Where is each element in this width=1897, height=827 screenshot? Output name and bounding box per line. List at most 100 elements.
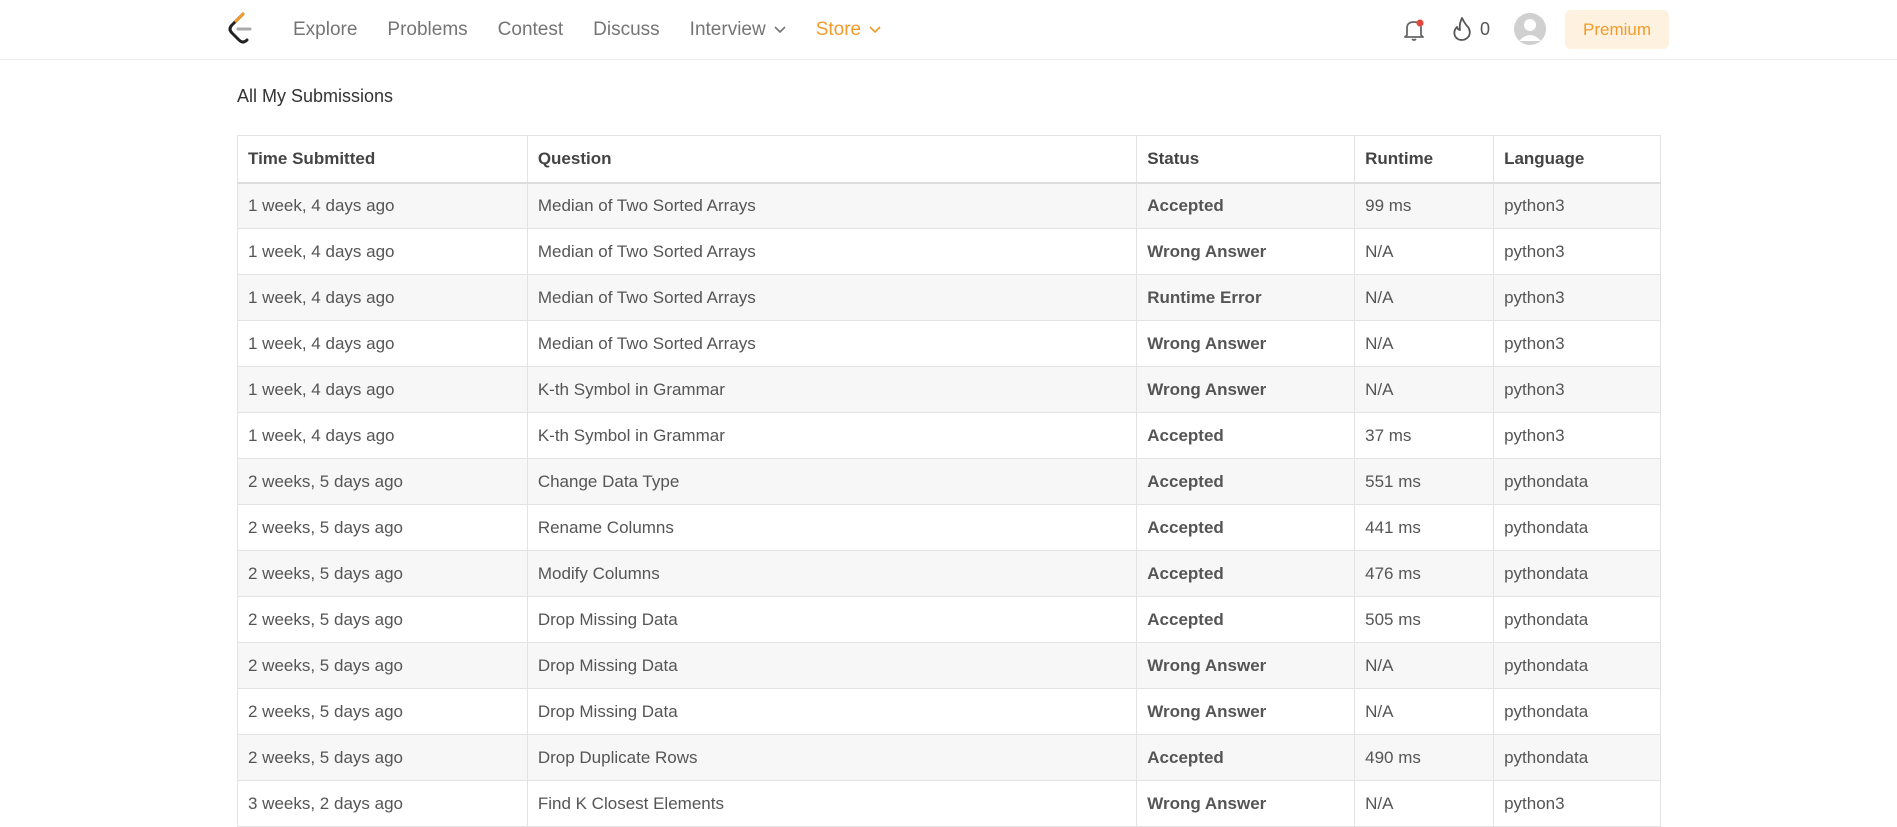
cell-runtime: 441 ms xyxy=(1354,504,1495,551)
cell-time-submitted: 2 weeks, 5 days ago xyxy=(237,550,528,597)
table-row: 2 weeks, 5 days ago Drop Missing Data Wron… xyxy=(237,688,1661,735)
cell-runtime: 37 ms xyxy=(1354,412,1495,459)
cell-language: pythondata xyxy=(1493,688,1661,735)
nav-discuss[interactable]: Discuss xyxy=(593,19,660,41)
cell-question[interactable]: Drop Missing Data xyxy=(526,596,1138,643)
cell-language: python3 xyxy=(1493,366,1661,413)
cell-status[interactable]: Accepted xyxy=(1136,550,1356,597)
cell-status[interactable]: Accepted xyxy=(1136,596,1356,643)
cell-runtime: N/A xyxy=(1354,688,1495,735)
cell-status[interactable]: Accepted xyxy=(1136,182,1356,229)
cell-language: python3 xyxy=(1493,780,1661,827)
logo-icon[interactable] xyxy=(226,12,256,46)
cell-language: pythondata xyxy=(1493,596,1661,643)
avatar-icon[interactable] xyxy=(1514,13,1546,45)
cell-time-submitted: 2 weeks, 5 days ago xyxy=(237,458,528,505)
nav-interview-label: Interview xyxy=(689,19,766,40)
table-row: 2 weeks, 5 days ago Drop Missing Data Wron… xyxy=(237,642,1661,689)
cell-question[interactable]: Median of Two Sorted Arrays xyxy=(526,182,1138,229)
nav-interview[interactable]: Interview xyxy=(690,19,786,41)
table-row: 1 week, 4 days ago Median of Two Sorted A… xyxy=(237,320,1661,367)
cell-status[interactable]: Accepted xyxy=(1136,458,1356,505)
fire-icon[interactable] xyxy=(1452,16,1472,42)
cell-status[interactable]: Wrong Answer xyxy=(1136,228,1356,275)
cell-runtime: N/A xyxy=(1354,228,1495,275)
cell-status[interactable]: Accepted xyxy=(1136,504,1356,551)
cell-time-submitted: 1 week, 4 days ago xyxy=(237,412,528,459)
cell-time-submitted: 1 week, 4 days ago xyxy=(237,274,528,321)
cell-language: python3 xyxy=(1493,412,1661,459)
chevron-down-icon xyxy=(869,26,881,34)
cell-question[interactable]: K-th Symbol in Grammar xyxy=(526,366,1138,413)
table-row: 1 week, 4 days ago Median of Two Sorted A… xyxy=(237,274,1661,321)
table-row: 2 weeks, 5 days ago Modify Columns Accepte… xyxy=(237,550,1661,597)
table-row: 1 week, 4 days ago K-th Symbol in Grammar… xyxy=(237,366,1661,413)
cell-status[interactable]: Wrong Answer xyxy=(1136,366,1356,413)
cell-time-submitted: 2 weeks, 5 days ago xyxy=(237,596,528,643)
table-row: 1 week, 4 days ago Median of Two Sorted A… xyxy=(237,182,1661,229)
header-status: Status xyxy=(1136,135,1356,184)
cell-question[interactable]: Drop Duplicate Rows xyxy=(526,734,1138,781)
cell-language: python3 xyxy=(1493,228,1661,275)
cell-runtime: N/A xyxy=(1354,320,1495,367)
cell-status[interactable]: Wrong Answer xyxy=(1136,688,1356,735)
cell-runtime: 551 ms xyxy=(1354,458,1495,505)
submissions-table: Time Submitted Question Status Runtime L… xyxy=(237,135,1661,827)
cell-status[interactable]: Accepted xyxy=(1136,412,1356,459)
cell-time-submitted: 3 weeks, 2 days ago xyxy=(237,780,528,827)
cell-language: python3 xyxy=(1493,182,1661,229)
cell-question[interactable]: Median of Two Sorted Arrays xyxy=(526,320,1138,367)
cell-language: pythondata xyxy=(1493,734,1661,781)
cell-question[interactable]: Rename Columns xyxy=(526,504,1138,551)
cell-question[interactable]: K-th Symbol in Grammar xyxy=(526,412,1138,459)
nav-contest[interactable]: Contest xyxy=(498,19,563,41)
cell-question[interactable]: Median of Two Sorted Arrays xyxy=(526,274,1138,321)
cell-runtime: N/A xyxy=(1354,366,1495,413)
cell-language: pythondata xyxy=(1493,550,1661,597)
nav-problems[interactable]: Problems xyxy=(387,19,467,41)
cell-status[interactable]: Runtime Error xyxy=(1136,274,1356,321)
table-row: 2 weeks, 5 days ago Rename Columns Accepte… xyxy=(237,504,1661,551)
cell-question[interactable]: Change Data Type xyxy=(526,458,1138,505)
table-header-row: Time Submitted Question Status Runtime L… xyxy=(237,135,1661,184)
cell-runtime: 99 ms xyxy=(1354,182,1495,229)
cell-language: pythondata xyxy=(1493,504,1661,551)
header-language: Language xyxy=(1493,135,1661,184)
cell-question[interactable]: Find K Closest Elements xyxy=(526,780,1138,827)
bell-icon[interactable] xyxy=(1402,17,1426,43)
cell-status[interactable]: Accepted xyxy=(1136,734,1356,781)
nav-store[interactable]: Store xyxy=(816,19,881,41)
table-row: 1 week, 4 days ago K-th Symbol in Grammar… xyxy=(237,412,1661,459)
table-row: 1 week, 4 days ago Median of Two Sorted A… xyxy=(237,228,1661,275)
cell-runtime: 505 ms xyxy=(1354,596,1495,643)
cell-language: python3 xyxy=(1493,274,1661,321)
cell-runtime: 476 ms xyxy=(1354,550,1495,597)
cell-question[interactable]: Modify Columns xyxy=(526,550,1138,597)
cell-time-submitted: 1 week, 4 days ago xyxy=(237,182,528,229)
premium-button[interactable]: Premium xyxy=(1565,10,1669,49)
header-runtime: Runtime xyxy=(1354,135,1495,184)
header-time-submitted: Time Submitted xyxy=(237,135,528,184)
nav-explore[interactable]: Explore xyxy=(293,19,357,41)
cell-runtime: N/A xyxy=(1354,642,1495,689)
cell-status[interactable]: Wrong Answer xyxy=(1136,780,1356,827)
cell-runtime: N/A xyxy=(1354,274,1495,321)
main-nav: Explore Problems Contest Discuss Intervi… xyxy=(293,0,911,60)
cell-time-submitted: 2 weeks, 5 days ago xyxy=(237,504,528,551)
cell-status[interactable]: Wrong Answer xyxy=(1136,642,1356,689)
page-title: All My Submissions xyxy=(237,86,394,106)
nav-store-label: Store xyxy=(815,19,862,40)
cell-language: pythondata xyxy=(1493,458,1661,505)
cell-status[interactable]: Wrong Answer xyxy=(1136,320,1356,367)
table-row: 2 weeks, 5 days ago Drop Missing Data Acce… xyxy=(237,596,1661,643)
cell-language: pythondata xyxy=(1493,642,1661,689)
cell-runtime: N/A xyxy=(1354,780,1495,827)
cell-question[interactable]: Drop Missing Data xyxy=(526,688,1138,735)
cell-question[interactable]: Drop Missing Data xyxy=(526,642,1138,689)
cell-question[interactable]: Median of Two Sorted Arrays xyxy=(526,228,1138,275)
chevron-down-icon xyxy=(774,26,786,34)
top-navbar: Explore Problems Contest Discuss Intervi… xyxy=(0,0,1897,60)
cell-runtime: 490 ms xyxy=(1354,734,1495,781)
cell-time-submitted: 1 week, 4 days ago xyxy=(237,228,528,275)
streak-count: 0 xyxy=(1480,19,1491,39)
